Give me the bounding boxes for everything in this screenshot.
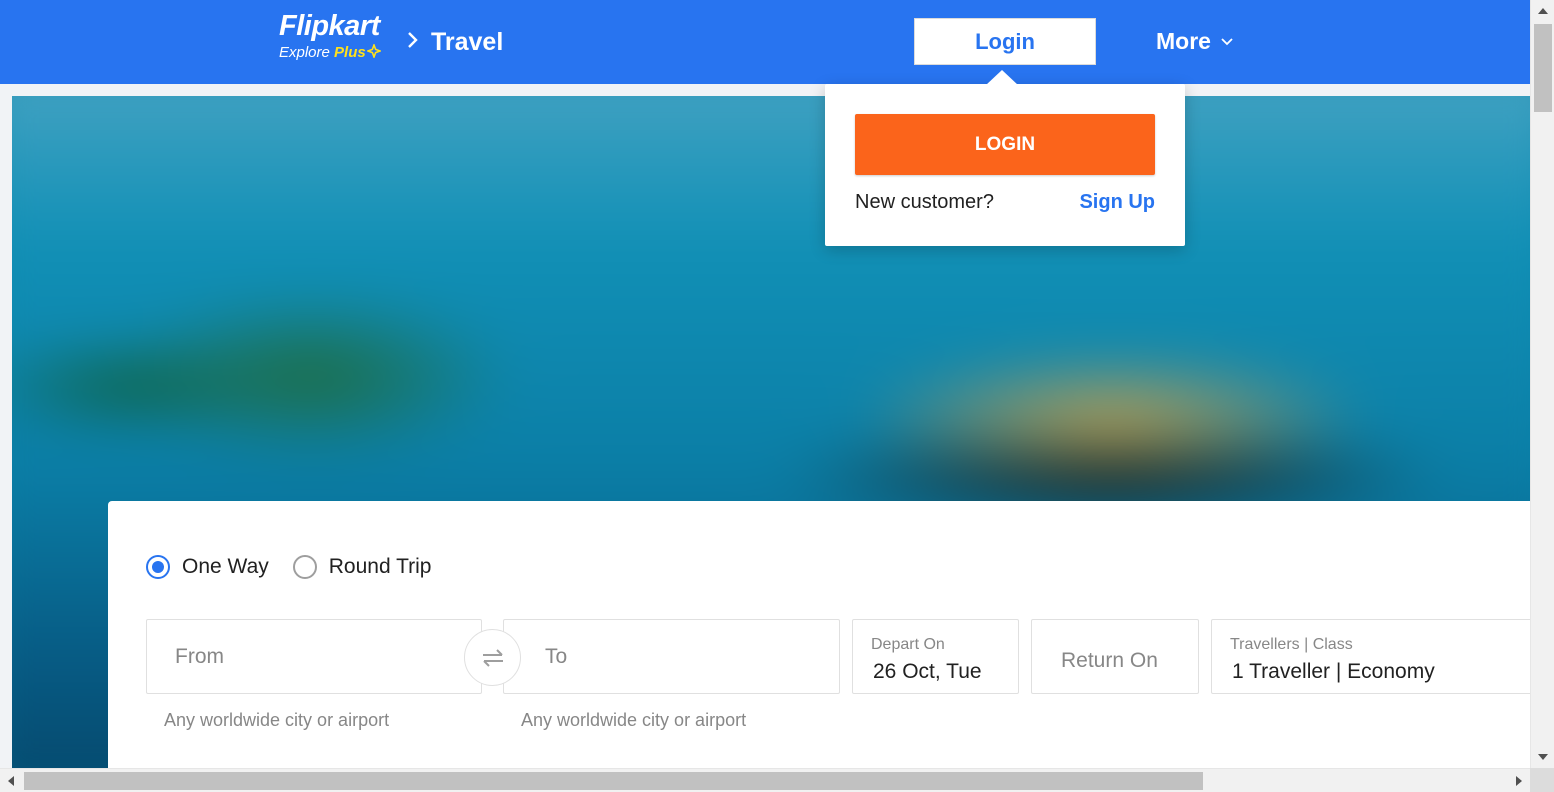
radio-round-trip-label: Round Trip — [328, 555, 432, 578]
return-date-field[interactable]: Return On — [1031, 619, 1199, 694]
to-field — [503, 619, 840, 694]
logo-tagline: Explore Plus — [279, 42, 383, 61]
from-hint: Any worldwide city or airport — [164, 710, 390, 730]
scroll-up-icon[interactable] — [1538, 8, 1548, 14]
plus-sparkle-icon — [365, 42, 383, 60]
dropdown-notch — [986, 70, 1018, 85]
tagline-plus: Plus — [334, 44, 366, 61]
scrollbar-corner — [1530, 768, 1554, 792]
to-hint: Any worldwide city or airport — [521, 710, 747, 730]
signup-link[interactable]: Sign Up — [1079, 191, 1155, 214]
new-customer-text: New customer? — [855, 191, 994, 213]
more-menu[interactable]: More — [1156, 28, 1233, 55]
depart-date-field[interactable]: Depart On 26 Oct, Tue — [852, 619, 1019, 694]
horizontal-scrollbar[interactable] — [0, 768, 1530, 792]
from-field — [146, 619, 482, 694]
chevron-right-icon — [408, 32, 418, 48]
trip-type-group: One Way Round Trip — [146, 555, 455, 579]
flipkart-logo[interactable]: Flipkart Explore Plus — [279, 10, 383, 61]
travellers-label: Travellers | Class — [1230, 636, 1353, 653]
scroll-left-icon[interactable] — [8, 776, 14, 786]
breadcrumb-travel[interactable]: Travel — [431, 28, 503, 57]
from-input[interactable] — [147, 620, 481, 693]
radio-round-trip-indicator — [292, 555, 317, 579]
page: Flipkart Explore Plus Travel Login More … — [0, 0, 1554, 792]
horizontal-scroll-thumb[interactable] — [24, 772, 1203, 790]
scroll-down-icon[interactable] — [1538, 754, 1548, 760]
vertical-scrollbar[interactable] — [1530, 0, 1554, 768]
scroll-right-icon[interactable] — [1516, 776, 1522, 786]
more-label: More — [1156, 28, 1211, 54]
login-dropdown: LOGIN New customer? Sign Up — [825, 84, 1185, 246]
depart-label: Depart On — [871, 636, 945, 653]
swap-button[interactable] — [464, 629, 521, 686]
dropdown-login-button[interactable]: LOGIN — [855, 114, 1155, 175]
chevron-down-icon — [1221, 37, 1233, 45]
radio-one-way-indicator — [146, 555, 170, 579]
top-header: Flipkart Explore Plus Travel Login More — [0, 0, 1530, 84]
tagline-prefix: Explore — [279, 44, 335, 61]
depart-value: 26 Oct, Tue — [873, 660, 982, 683]
vertical-scroll-thumb[interactable] — [1534, 24, 1552, 112]
radio-one-way[interactable]: One Way — [146, 555, 269, 579]
flight-search-card: One Way Round Trip Depart On 26 Oct, Tue… — [108, 501, 1541, 768]
login-button[interactable]: Login — [914, 18, 1096, 65]
radio-one-way-label: One Way — [182, 555, 269, 578]
logo-brand: Flipkart — [279, 10, 380, 42]
swap-arrows-icon — [482, 648, 503, 667]
travellers-value: 1 Traveller | Economy — [1232, 660, 1435, 683]
return-placeholder: Return On — [1061, 649, 1158, 672]
radio-round-trip[interactable]: Round Trip — [292, 555, 432, 579]
to-input[interactable] — [504, 620, 839, 693]
travellers-class-field[interactable]: Travellers | Class 1 Traveller | Economy — [1211, 619, 1541, 694]
